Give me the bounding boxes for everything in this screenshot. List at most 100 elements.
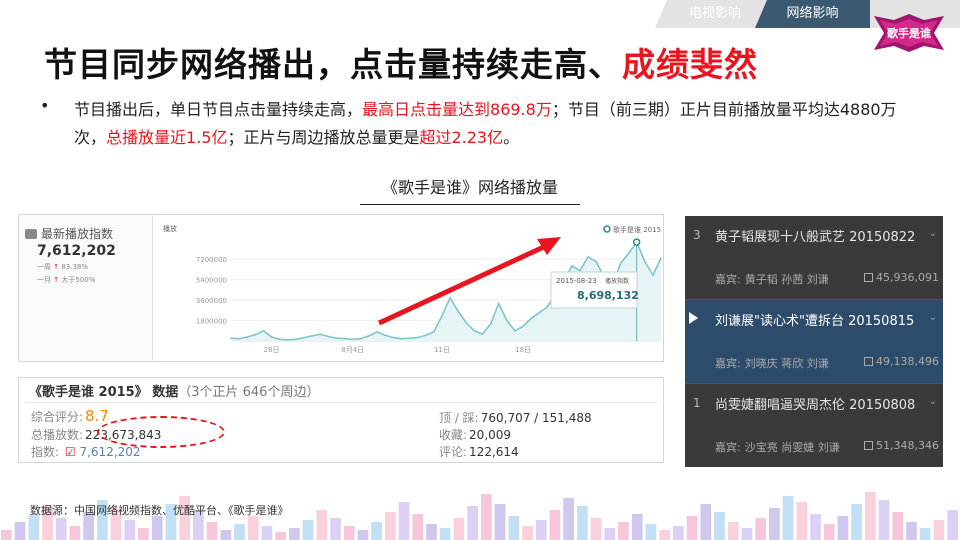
data-point <box>246 336 249 338</box>
data-point <box>433 331 435 333</box>
equalizer-bar <box>302 520 314 540</box>
data-point <box>408 337 411 339</box>
data-point <box>627 252 630 255</box>
play-index-stats: 最新播放指数 7,612,202 一周 ↑ 83.38% 一月 ↑ 大于500% <box>19 215 153 361</box>
equalizer-bar <box>755 518 766 540</box>
equalizer-bar <box>892 512 904 540</box>
chevron-down-icon[interactable]: ⌄ <box>929 312 937 323</box>
equalizer-bar <box>796 502 808 540</box>
equalizer-bar <box>234 524 245 540</box>
data-point <box>360 337 362 340</box>
data-point <box>619 262 622 265</box>
data-point <box>230 337 232 339</box>
play-count: 45,936,091 <box>864 271 939 284</box>
checkbox-icon: ☑ <box>64 445 76 459</box>
data-point <box>570 265 573 267</box>
equalizer-bar <box>549 510 561 540</box>
data-point <box>400 337 403 340</box>
equalizer-bar <box>261 526 273 540</box>
equalizer-bar <box>330 518 341 540</box>
data-point <box>319 333 322 335</box>
episode-title[interactable]: 尚雯婕翻唱逼哭周杰伦 20150808 <box>715 394 915 413</box>
tab-web-impact[interactable]: 网络影响 <box>755 0 870 28</box>
data-point <box>286 339 289 341</box>
equalizer-bar <box>151 516 163 540</box>
equalizer-bar <box>782 496 794 540</box>
peak-marker <box>632 238 641 246</box>
playlist-item-active[interactable]: 刘谦展"读心术"遭拆台 20150815 ⌄ 嘉宾: 刘晓庆 蒋欣 刘谦 49,1… <box>685 300 943 383</box>
summary-text: 节目播出后，单日节目点击量持续走高，最高日点击量达到869.8万；节目（前三期）… <box>74 100 897 147</box>
updown-cell: 顶 / 踩: 760,707 / 151,488 <box>439 411 592 425</box>
data-point <box>303 336 305 339</box>
equalizer-bar <box>508 516 520 540</box>
equalizer-bar <box>481 494 492 540</box>
equalizer-bar <box>906 522 917 540</box>
equalizer-bar <box>714 512 725 540</box>
data-point <box>416 336 419 339</box>
episode-title[interactable]: 刘谦展"读心术"遭拆台 20150815 <box>715 310 914 329</box>
stat-header: 最新播放指数 <box>25 225 113 242</box>
data-point <box>441 315 443 317</box>
equalizer-bar <box>453 518 465 540</box>
play-index-chart-panel: 最新播放指数 7,612,202 一周 ↑ 83.38% 一月 ↑ 大于500%… <box>18 214 664 362</box>
episode-guests: 嘉宾: 黄子韬 孙茜 刘谦 <box>715 273 829 286</box>
chevron-down-icon[interactable]: ⌄ <box>929 396 937 407</box>
data-point <box>579 269 581 272</box>
x-tick-label: 18日 <box>515 346 531 354</box>
play-count: 51,348,346 <box>864 439 939 452</box>
data-point <box>278 338 281 341</box>
equalizer-bar <box>398 502 410 540</box>
equalizer-bar <box>206 522 218 540</box>
equalizer-bar <box>247 516 259 540</box>
data-point <box>376 331 378 333</box>
equalizer-bar <box>865 492 876 540</box>
svg-text:歌手是谁: 歌手是谁 <box>887 26 931 40</box>
equalizer-bar <box>138 528 149 540</box>
equalizer-bar <box>837 516 849 540</box>
data-point <box>384 334 386 337</box>
play-icon <box>864 441 874 450</box>
data-point <box>522 325 524 328</box>
tooltip-date: 2015-08-23 <box>556 277 597 285</box>
data-point <box>660 257 662 259</box>
x-tick-label: 8月4日 <box>341 346 364 354</box>
data-point <box>546 306 549 308</box>
show-logo: 歌手是谁 <box>872 14 946 52</box>
data-point <box>465 322 468 324</box>
highlight-ellipse <box>97 416 225 448</box>
data-point <box>506 319 508 322</box>
divider <box>25 402 657 403</box>
playlist-item[interactable]: 1 尚雯婕翻唱逼哭周杰伦 20150808 ⌄ 嘉宾: 沙宝亮 尚雯婕 刘谦 51… <box>685 384 943 467</box>
equalizer-bar <box>727 522 739 540</box>
data-point <box>343 337 346 340</box>
data-point <box>457 310 459 313</box>
episode-title[interactable]: 黄子韬展现十八般武艺 20150822 <box>715 226 915 245</box>
favorites-cell: 收藏: 20,009 <box>439 428 512 442</box>
equalizer-bar <box>618 522 629 540</box>
data-point <box>473 329 476 332</box>
play-count: 49,138,496 <box>864 355 939 368</box>
equalizer-bar <box>686 516 698 540</box>
rating-cell: 综合评分: 8.7 <box>31 407 109 425</box>
equalizer-bar <box>14 522 26 540</box>
y-tick-label: 3600000 <box>196 297 227 305</box>
playlist-item[interactable]: 3 黄子韬展现十八般武艺 20150822 ⌄ 嘉宾: 黄子韬 孙茜 刘谦 45,… <box>685 216 943 299</box>
equalizer-bar <box>124 520 136 540</box>
data-point <box>238 337 240 340</box>
equalizer-bar <box>823 524 835 540</box>
data-point <box>481 333 484 335</box>
data-point <box>538 311 541 314</box>
equalizer-bar <box>604 528 616 540</box>
chevron-down-icon[interactable]: ⌄ <box>929 228 937 239</box>
arrow-up-icon: ↑ <box>53 276 60 284</box>
trend-arrow-shaft <box>377 242 550 326</box>
data-point <box>351 338 354 341</box>
equalizer-bar <box>55 518 67 540</box>
data-point <box>497 302 500 305</box>
legend-label: 歌手是谁 2015 <box>613 225 661 234</box>
play-index-chart: 播放 1800000 3600000 5400000 7200000 28日 8月4日 11日… <box>163 224 662 354</box>
stat-value: 7,612,202 <box>37 243 116 259</box>
data-point <box>489 323 492 325</box>
equalizer-bar <box>919 528 931 540</box>
data-point <box>270 336 273 338</box>
